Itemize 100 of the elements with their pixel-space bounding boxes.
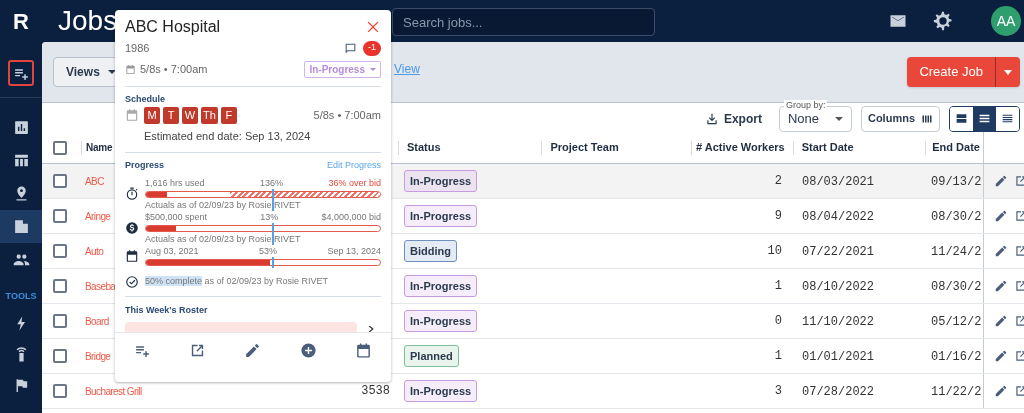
table-cell: 01/01/2021	[802, 349, 874, 364]
table-cell-text: 2	[774, 173, 782, 190]
shift-text: 5/8s • 7:00am	[313, 107, 381, 123]
external-link-icon[interactable]	[1014, 279, 1024, 293]
meter-label: $500,000 spent	[145, 211, 208, 223]
table-cell-text: 10	[767, 243, 782, 260]
table-cell: 11/10/2022	[802, 314, 874, 329]
table-cell: 09/13/2	[931, 174, 982, 189]
checkbox[interactable]	[53, 279, 67, 293]
status-badge: In-Progress	[404, 169, 478, 193]
table-cell: 11/24/2	[931, 244, 982, 259]
external-link-icon[interactable]	[1014, 209, 1024, 223]
job-name-link[interactable]: Bucharest Grill	[85, 386, 142, 397]
column-header[interactable]: End Date	[932, 139, 980, 156]
dollar-icon	[125, 221, 139, 235]
page-title: Jobs	[58, 7, 118, 35]
meter-label: $4,000,000 bid	[321, 211, 381, 223]
pencil-icon[interactable]	[994, 384, 1008, 398]
close-button[interactable]	[365, 19, 381, 35]
sidebar-item[interactable]	[8, 60, 34, 86]
external-link-icon[interactable]	[1014, 174, 1024, 188]
checkbox[interactable]	[53, 174, 67, 188]
table-icon	[12, 152, 30, 169]
status-badge: In-Progress	[404, 274, 478, 298]
caret-icon	[1004, 69, 1012, 75]
day-chip[interactable]: F	[220, 106, 237, 124]
external-link-icon[interactable]	[1014, 314, 1024, 328]
external-link-icon[interactable]	[1014, 384, 1024, 398]
checkbox[interactable]	[52, 140, 67, 155]
meter-percent: 53%	[258, 245, 278, 257]
comment-icon[interactable]	[344, 41, 357, 55]
job-name-link[interactable]: Bridge	[85, 351, 111, 362]
status-badge: In-Progress	[404, 379, 478, 403]
checkbox[interactable]	[53, 349, 67, 363]
column-header[interactable]: Project Team	[550, 139, 619, 156]
edit-progress-link[interactable]: Edit Progress	[326, 158, 381, 172]
meter-percent: 13%	[259, 211, 280, 223]
meter-label: Sep 13, 2024	[327, 245, 381, 257]
meter-label: 36% over bid	[328, 177, 381, 189]
meter-percent: 136%	[259, 177, 284, 189]
external-link-icon[interactable]	[1014, 349, 1024, 363]
app-logo: R	[13, 7, 29, 36]
checkbox[interactable]	[53, 384, 67, 398]
table-cell: 08/03/2021	[802, 174, 874, 189]
column-header[interactable]: # Active Workers	[696, 139, 785, 156]
column-header[interactable]: Status	[406, 139, 441, 156]
column-header[interactable]: Start Date	[801, 139, 854, 156]
status-badge: In-Progress	[404, 309, 478, 333]
checkbox[interactable]	[53, 244, 67, 258]
popup-title: ABC Hospital	[125, 17, 221, 37]
table-cell: 07/22/2021	[802, 244, 874, 259]
calendar-icon	[125, 248, 139, 263]
section-heading: This Week's Roster	[125, 304, 209, 316]
user-avatar[interactable]: AA	[991, 6, 1021, 36]
table-cell: 05/12/2	[931, 314, 982, 329]
job-name-link[interactable]: Board	[85, 316, 109, 327]
create-job-button[interactable]: Create Job	[907, 57, 1020, 87]
table-cell-text: 0	[774, 313, 782, 330]
table-cell-text: 9	[774, 208, 782, 225]
day-chip[interactable]: Th	[201, 106, 218, 124]
day-chip[interactable]: W	[182, 106, 198, 124]
table-cell: 08/04/2022	[802, 209, 874, 224]
job-name-link[interactable]: Baseba	[85, 281, 116, 292]
pencil-icon[interactable]	[994, 279, 1008, 293]
table-cell-text: 1	[774, 348, 782, 365]
status-dropdown[interactable]: In-Progress	[304, 60, 381, 78]
table-cell: 11/22/2	[931, 384, 982, 399]
table-cell: 08/30/2	[931, 209, 982, 224]
table-cell-text: 1	[774, 278, 782, 295]
job-name-link[interactable]: ABC	[85, 176, 104, 187]
table-cell: 01/16/2	[931, 349, 982, 364]
pencil-icon[interactable]	[994, 314, 1008, 328]
external-link-icon[interactable]	[1014, 244, 1024, 258]
checkbox[interactable]	[53, 209, 67, 223]
compact-view-icon	[1001, 112, 1014, 125]
table-cell-text: 3538	[361, 383, 390, 400]
day-chip[interactable]: T	[163, 106, 179, 124]
column-header[interactable]: Name	[85, 140, 113, 155]
search-field[interactable]: Search jobs...	[392, 8, 655, 36]
job-name-link[interactable]: Auto	[85, 246, 104, 257]
settings-icon[interactable]	[932, 10, 954, 32]
pencil-icon[interactable]	[994, 244, 1008, 258]
chevron-icon[interactable]	[367, 326, 375, 332]
pencil-icon[interactable]	[994, 174, 1008, 188]
job-name-link[interactable]: Aringe	[85, 211, 111, 222]
bar-chart-icon	[12, 119, 30, 136]
columns-button[interactable]: Columns	[860, 105, 940, 132]
export-button[interactable]: Export	[704, 109, 762, 128]
table-cell: 07/28/2022	[802, 384, 874, 399]
end-date-text: Estimated end date: Sep 13, 2024	[144, 129, 312, 144]
table-cell-text: 3	[774, 383, 782, 400]
completion-note: 50% complete as of 02/09/23 by Rosie RIVET	[145, 275, 329, 289]
close-icon	[365, 19, 381, 35]
view-mode-toggle[interactable]	[973, 106, 996, 131]
job-number: 1986	[125, 40, 150, 56]
day-chip[interactable]: M	[144, 106, 160, 124]
checkbox[interactable]	[53, 314, 67, 328]
pencil-icon[interactable]	[994, 209, 1008, 223]
download-icon	[704, 111, 719, 126]
pencil-icon[interactable]	[994, 349, 1008, 363]
